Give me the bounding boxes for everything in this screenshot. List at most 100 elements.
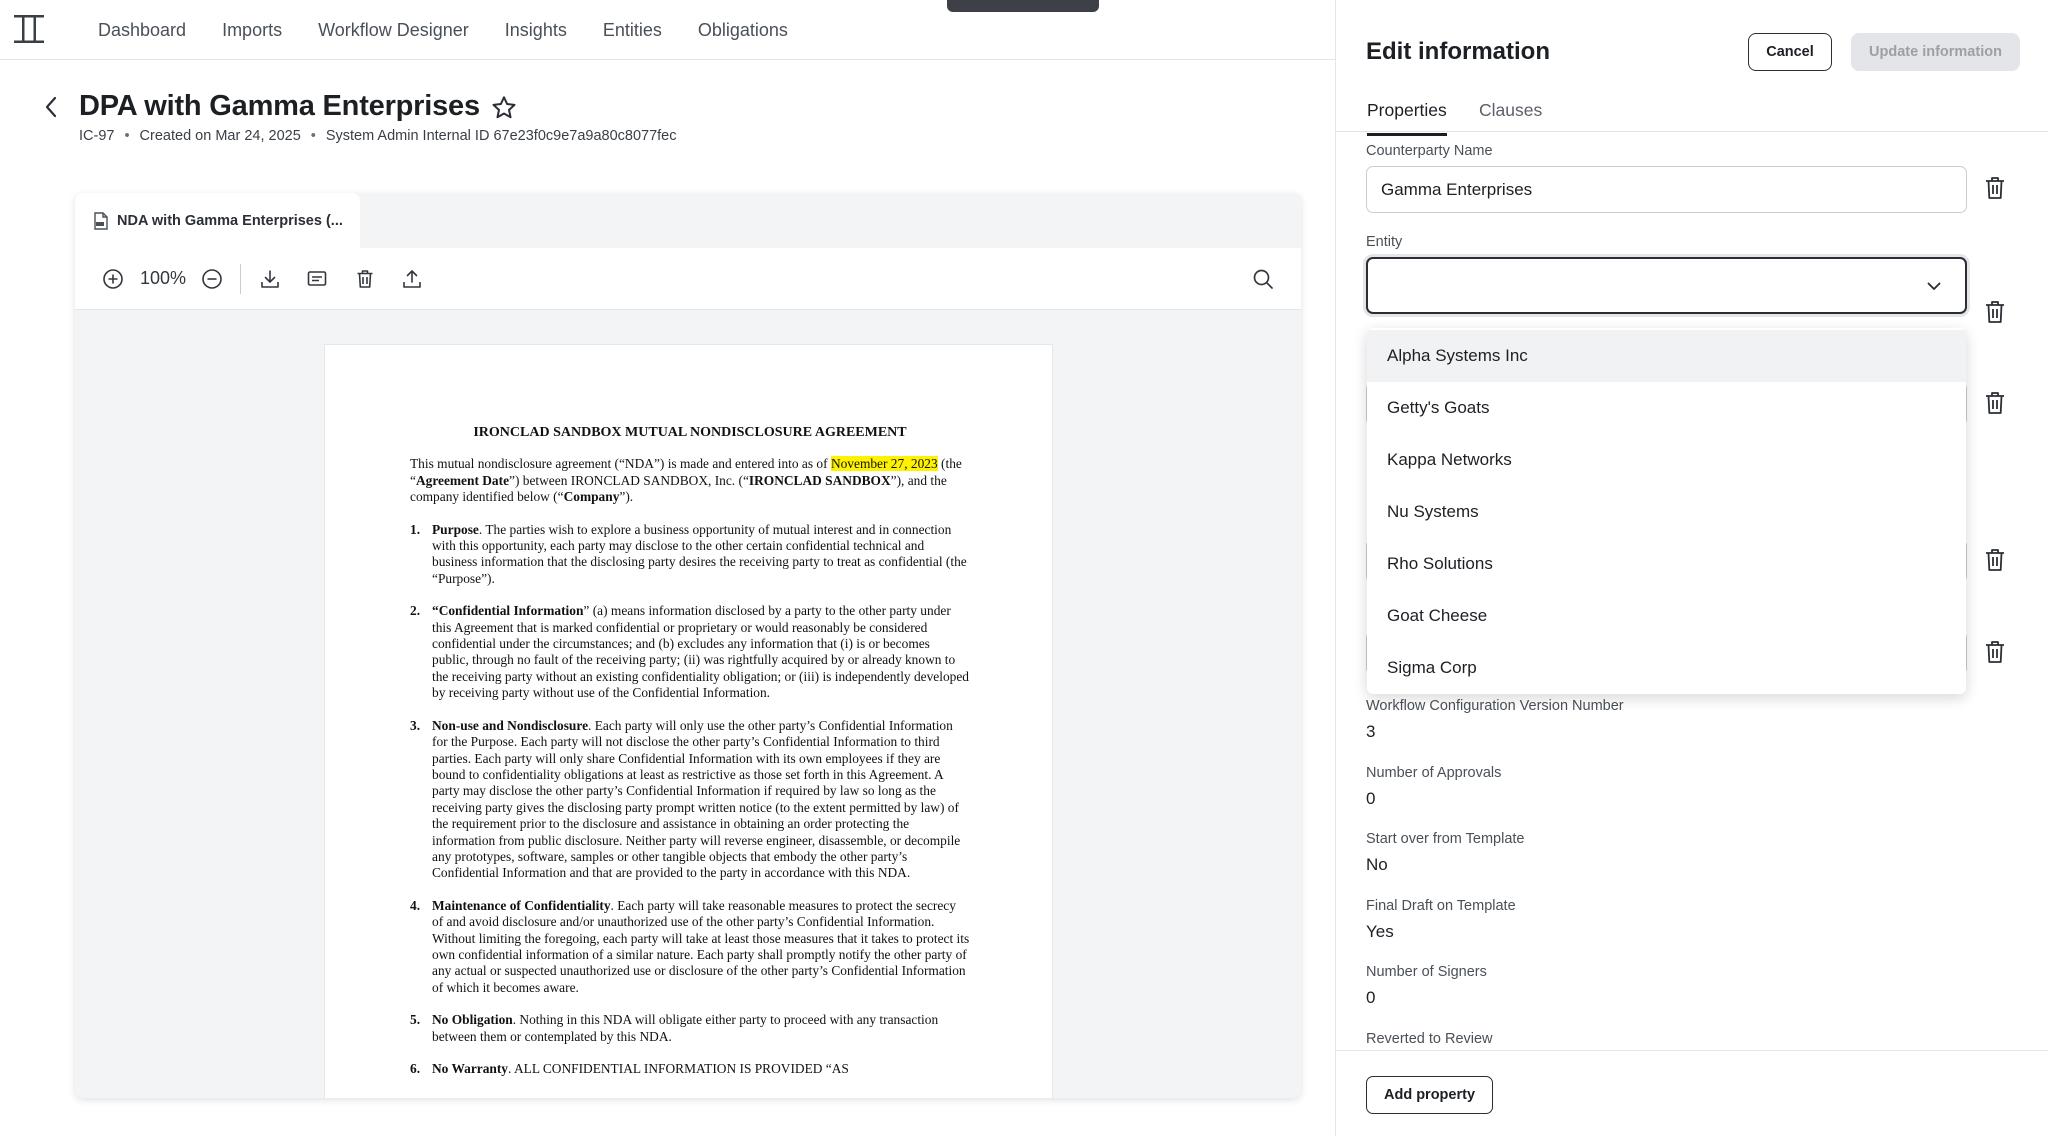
tab-properties[interactable]: Properties (1367, 100, 1447, 136)
property-value: No (1366, 855, 1388, 874)
viewer-toolbar: 100% (75, 248, 1301, 310)
properties-form[interactable]: Counterparty Name Gamma Enterprises Enti… (1336, 132, 2048, 1050)
top-handle (947, 0, 1099, 12)
counterparty-label: Counterparty Name (1366, 143, 1493, 159)
property-value: 0 (1366, 789, 1376, 808)
pdf-file-icon (93, 211, 109, 230)
section-heading: Maintenance of Confidentiality (432, 897, 611, 913)
ironclad-logo-icon[interactable] (12, 12, 46, 46)
agreement-section: 1. Purpose. The parties wish to explore … (410, 522, 970, 588)
star-icon[interactable] (490, 94, 518, 122)
document-page: IRONCLAD SANDBOX MUTUAL NONDISCLOSURE AG… (325, 345, 1052, 1098)
section-text: . The parties wish to explore a business… (432, 521, 967, 586)
entity-dropdown-menu: Alpha Systems Inc Getty's Goats Kappa Ne… (1367, 328, 1966, 694)
property-label: Number of Signers (1366, 964, 1487, 980)
toolbar-divider (240, 264, 241, 294)
comment-icon[interactable] (304, 266, 330, 292)
property-value: 0 (1366, 988, 1376, 1007)
property-value: Yes (1366, 922, 1394, 941)
dropdown-option[interactable]: Rho Solutions (1367, 538, 1966, 590)
document-canvas[interactable]: IRONCLAD SANDBOX MUTUAL NONDISCLOSURE AG… (75, 310, 1301, 1098)
section-number: 1. (410, 521, 421, 537)
zoom-in-icon[interactable] (100, 266, 126, 292)
meta-separator: • (124, 128, 130, 144)
panel-title: Edit information (1366, 38, 1550, 65)
intro-term: Agreement Date (415, 472, 510, 488)
dropdown-option[interactable]: Sigma Corp (1367, 642, 1966, 694)
property-label: Final Draft on Template (1366, 898, 1516, 914)
record-id: IC-97 (79, 128, 115, 144)
highlighted-date[interactable]: November 27, 2023 (830, 456, 938, 472)
section-heading: No Obligation (432, 1012, 513, 1028)
dropdown-option[interactable]: Goat Cheese (1367, 590, 1966, 642)
section-heading: No Warranty (432, 1061, 509, 1076)
trash-icon[interactable] (1982, 298, 2008, 326)
meta-separator: • (310, 128, 316, 144)
nav-workflow-designer[interactable]: Workflow Designer (318, 20, 469, 41)
property-value: 3 (1366, 722, 1376, 741)
agreement-intro: This mutual nondisclosure agreement (“ND… (410, 456, 970, 505)
section-text: . ALL CONFIDENTIAL INFORMATION IS PROVID… (508, 1061, 849, 1076)
download-icon[interactable] (257, 266, 283, 292)
panel-tabs: Properties Clauses (1336, 94, 2048, 136)
internal-id: System Admin Internal ID 67e23f0c9e7a9a8… (325, 128, 677, 144)
agreement-section: 3. Non-use and Nondisclosure. Each party… (410, 718, 970, 882)
trash-icon[interactable] (1982, 389, 2008, 417)
section-number: 3. (410, 717, 421, 733)
panel-footer: Add property (1336, 1050, 2048, 1136)
section-heading: Purpose (432, 521, 479, 537)
nav-insights[interactable]: Insights (505, 20, 567, 41)
file-tab-label: NDA with Gamma Enterprises (... (117, 212, 343, 229)
intro-text: This mutual nondisclosure agreement (“ND… (410, 456, 831, 472)
property-label: Workflow Configuration Version Number (1366, 698, 1624, 714)
dropdown-option[interactable]: Kappa Networks (1367, 434, 1966, 486)
search-icon[interactable] (1250, 266, 1276, 292)
intro-text: ”) between IRONCLAD SANDBOX, Inc. (“ (509, 472, 749, 488)
agreement-title: IRONCLAD SANDBOX MUTUAL NONDISCLOSURE AG… (473, 425, 907, 440)
nav-dashboard[interactable]: Dashboard (98, 20, 186, 41)
record-meta: IC-97 • Created on Mar 24, 2025 • System… (79, 128, 677, 144)
agreement-section: 2. “Confidential Information” (a) means … (410, 603, 970, 701)
property-label: Number of Approvals (1366, 765, 1502, 781)
dropdown-option[interactable]: Nu Systems (1367, 486, 1966, 538)
chevron-down-icon[interactable] (1925, 277, 1943, 295)
document-viewer: NDA with Gamma Enterprises (... 100% IRO… (75, 193, 1301, 1098)
nav-entities[interactable]: Entities (603, 20, 662, 41)
created-date: Created on Mar 24, 2025 (139, 128, 301, 144)
agreement-section: 6. No Warranty. ALL CONFIDENTIAL INFORMA… (410, 1061, 970, 1077)
dropdown-option[interactable]: Alpha Systems Inc (1367, 330, 1966, 382)
section-number: 4. (410, 897, 421, 913)
tab-clauses[interactable]: Clauses (1479, 100, 1542, 133)
file-tab[interactable]: NDA with Gamma Enterprises (... (75, 193, 360, 248)
section-heading: Non-use and Nondisclosure (432, 717, 589, 733)
edit-information-panel: Edit information Cancel Update informati… (1335, 0, 2048, 1136)
section-number: 2. (410, 603, 421, 619)
trash-icon[interactable] (1982, 174, 2008, 202)
property-label: Reverted to Review (1366, 1031, 1493, 1047)
cancel-button[interactable]: Cancel (1748, 33, 1832, 71)
entity-label: Entity (1366, 234, 1403, 250)
trash-icon[interactable] (1982, 546, 2008, 574)
zoom-out-icon[interactable] (199, 266, 225, 292)
share-upload-icon[interactable] (399, 266, 425, 292)
counterparty-value: Gamma Enterprises (1381, 179, 1533, 199)
top-navigation: Dashboard Imports Workflow Designer Insi… (0, 0, 1335, 60)
page-title: DPA with Gamma Enterprises (79, 90, 480, 122)
counterparty-input[interactable]: Gamma Enterprises (1366, 166, 1967, 213)
entity-select[interactable] (1366, 257, 1967, 314)
agreement-section: 4. Maintenance of Confidentiality. Each … (410, 898, 970, 996)
intro-text: ”). (619, 489, 634, 505)
intro-term: IRONCLAD SANDBOX (748, 472, 891, 488)
update-information-button[interactable]: Update information (1851, 33, 2020, 71)
nav-imports[interactable]: Imports (222, 20, 282, 41)
trash-icon[interactable] (1982, 638, 2008, 666)
zoom-level: 100% (140, 268, 187, 288)
add-property-button[interactable]: Add property (1366, 1076, 1493, 1114)
section-text: . Each party will only use the other par… (432, 717, 961, 881)
section-number: 6. (410, 1061, 421, 1076)
back-arrow-icon[interactable] (38, 94, 64, 120)
section-heading: “Confidential Information (432, 603, 584, 619)
nav-obligations[interactable]: Obligations (698, 20, 788, 41)
delete-icon[interactable] (352, 266, 378, 292)
dropdown-option[interactable]: Getty's Goats (1367, 382, 1966, 434)
